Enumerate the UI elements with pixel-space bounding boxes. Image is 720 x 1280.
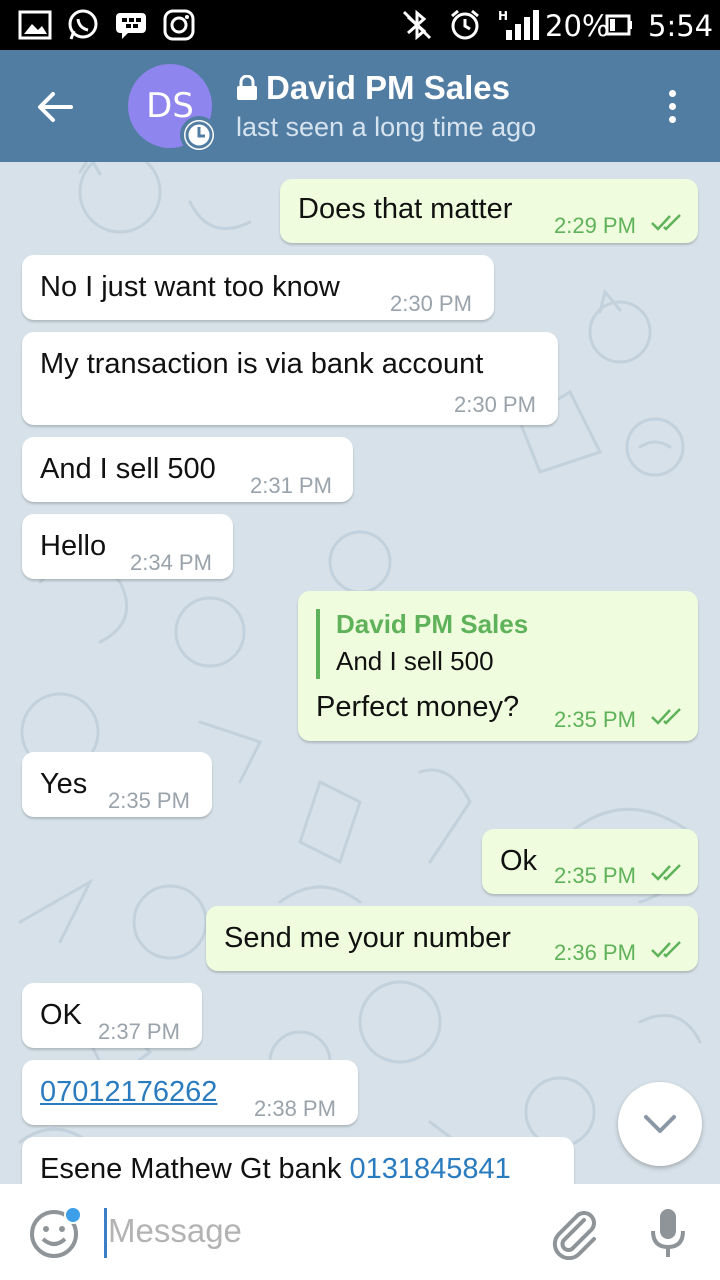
message-text: Yes	[40, 768, 88, 800]
message-time: 2:37 PM	[98, 1019, 180, 1044]
message-time: 2:35 PM	[108, 788, 190, 813]
instagram-icon	[162, 8, 196, 42]
message-bubble[interactable]: Hello 2:34 PM	[22, 514, 233, 579]
message-bubble[interactable]: Ok 2:35 PM	[482, 829, 698, 894]
attach-button[interactable]	[548, 1206, 602, 1261]
message-text: Perfect money?	[316, 691, 520, 723]
double-check-icon	[651, 941, 681, 958]
chat-title: David PM Sales	[266, 69, 510, 106]
battery-percent: 20%	[545, 9, 610, 43]
message-text: My transaction is via bank account	[40, 348, 484, 380]
message-text: And I sell 500	[40, 453, 216, 485]
chat-area[interactable]: Does that matter 2:29 PM No I just want …	[0, 162, 720, 1184]
svg-text:H: H	[498, 9, 508, 23]
message-bubble[interactable]: Esene Mathew Gt bank 0131845841	[22, 1137, 574, 1184]
double-check-icon	[651, 214, 681, 231]
message-text: Esene Mathew Gt bank 0131845841	[40, 1153, 511, 1184]
message-time: 2:36 PM	[554, 940, 636, 965]
message-text-part: Esene Mathew Gt bank	[40, 1153, 342, 1184]
message-time: 2:35 PM	[554, 707, 636, 732]
message-time: 2:30 PM	[390, 291, 472, 316]
message-input[interactable]: Message	[108, 1212, 242, 1250]
double-check-icon	[651, 708, 681, 725]
message-bubble[interactable]: My transaction is via bank account 2:30 …	[22, 332, 558, 425]
message-bubble[interactable]: David PM Sales And I sell 500 Perfect mo…	[298, 591, 698, 741]
gallery-icon	[18, 8, 52, 42]
microphone-icon	[651, 1209, 685, 1257]
bluetooth-icon	[400, 8, 434, 42]
status-bar: H 20% 5:54	[0, 0, 720, 50]
last-seen-status: last seen a long time ago	[236, 112, 537, 142]
message-text: Does that matter	[298, 193, 513, 225]
account-number-link[interactable]: 0131845841	[350, 1153, 511, 1184]
arrow-left-icon[interactable]	[30, 82, 80, 132]
notification-dot	[64, 1206, 82, 1224]
message-bubble[interactable]: Send me your number 2:36 PM	[206, 906, 698, 971]
message-text: No I just want too know	[40, 271, 340, 303]
double-check-icon	[651, 864, 681, 881]
message-time: 2:29 PM	[554, 213, 636, 238]
message-composer: Message	[0, 1184, 720, 1280]
mic-button[interactable]	[646, 1206, 690, 1260]
message-text: Hello	[40, 530, 107, 562]
message-time: 2:35 PM	[554, 863, 636, 888]
message-text: Send me your number	[224, 922, 511, 954]
bbm-icon	[114, 8, 148, 42]
scroll-down-button[interactable]	[618, 1082, 702, 1166]
message-time: 2:38 PM	[254, 1096, 336, 1121]
message-time: 2:31 PM	[250, 473, 332, 498]
lock-icon	[237, 75, 257, 100]
text-cursor	[104, 1208, 107, 1258]
battery-icon	[604, 8, 634, 42]
chat-header: DS David PM Sales last seen a long time …	[0, 50, 720, 162]
message-bubble[interactable]: Yes 2:35 PM	[22, 752, 212, 817]
message-bubble[interactable]: OK 2:37 PM	[22, 983, 202, 1048]
message-bubble[interactable]: No I just want too know 2:30 PM	[22, 255, 494, 320]
reply-text: And I sell 500	[336, 646, 494, 676]
alarm-icon	[448, 8, 482, 42]
message-text: Ok	[500, 845, 538, 877]
message-bubble[interactable]: And I sell 500 2:31 PM	[22, 437, 353, 502]
chevron-down-icon	[644, 1115, 676, 1133]
more-vertical-icon[interactable]	[650, 84, 694, 128]
message-time: 2:30 PM	[454, 392, 536, 417]
phone-number-link[interactable]: 07012176262	[40, 1076, 217, 1109]
whatsapp-icon	[66, 8, 100, 42]
message-bubble[interactable]: Does that matter 2:29 PM	[280, 179, 698, 243]
chat-title-row[interactable]: David PM Sales	[236, 68, 510, 108]
clock-time: 5:54	[648, 9, 714, 43]
message-text: OK	[40, 999, 82, 1031]
signal-icon: H	[496, 8, 540, 42]
clock-icon	[180, 116, 218, 154]
message-bubble[interactable]: 07012176262 2:38 PM	[22, 1060, 358, 1125]
paperclip-icon	[552, 1211, 596, 1261]
message-time: 2:34 PM	[130, 550, 212, 575]
reply-name: David PM Sales	[336, 609, 529, 639]
reply-quote[interactable]: David PM Sales And I sell 500	[316, 609, 528, 679]
